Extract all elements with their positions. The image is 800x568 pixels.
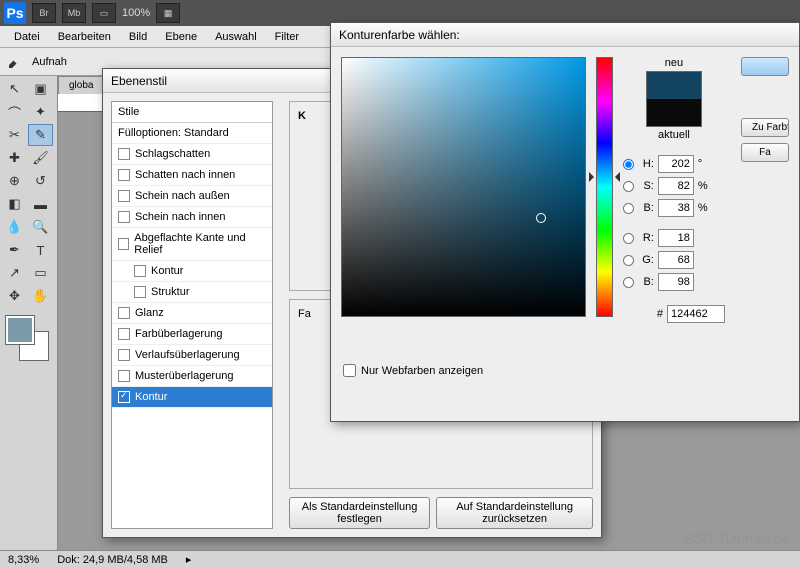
hsb-b-row: B:% <box>623 199 725 217</box>
status-zoom[interactable]: 8,33% <box>8 554 39 566</box>
input-b2[interactable] <box>658 273 694 291</box>
hsb-s-row: S:% <box>623 177 725 195</box>
wand-tool[interactable]: ✦ <box>28 101 53 123</box>
style-schatten-innen[interactable]: Schatten nach innen <box>112 165 272 186</box>
document-tab[interactable]: globa <box>58 76 104 94</box>
menu-bearbeiten[interactable]: Bearbeiten <box>50 28 119 46</box>
set-default-button[interactable]: Als Standardeinstellung festlegen <box>289 497 430 529</box>
crop-tool[interactable]: ✂ <box>2 124 27 146</box>
style-sub-kontur[interactable]: Kontur <box>112 261 272 282</box>
style-bevel[interactable]: Abgeflachte Kante und Relief <box>112 228 272 261</box>
current-color <box>647 99 701 126</box>
input-h[interactable] <box>658 155 694 173</box>
menu-ebene[interactable]: Ebene <box>157 28 205 46</box>
options-label: Aufnah <box>32 56 67 68</box>
label-neu: neu <box>665 57 683 69</box>
new-color <box>647 72 701 99</box>
foreground-color[interactable] <box>6 316 34 344</box>
color-preview <box>646 71 702 127</box>
minibridge-button[interactable]: Mb <box>62 3 86 23</box>
app-logo: Ps <box>4 2 26 24</box>
status-doc: Dok: 24,9 MB/4,58 MB <box>57 554 168 566</box>
input-b[interactable] <box>658 199 694 217</box>
color-field[interactable] <box>341 57 586 317</box>
radio-b[interactable] <box>623 203 634 214</box>
input-g[interactable] <box>658 251 694 269</box>
menu-bild[interactable]: Bild <box>121 28 155 46</box>
screen-mode-button[interactable]: ▭ <box>92 3 116 23</box>
hue-slider[interactable] <box>596 57 613 317</box>
style-glanz[interactable]: Glanz <box>112 303 272 324</box>
color-picker-dialog: Konturenfarbe wählen: neu aktuell H:° S:… <box>330 22 800 422</box>
brush-tool[interactable]: 🖌 <box>28 147 53 169</box>
radio-g[interactable] <box>623 255 634 266</box>
radio-r[interactable] <box>623 233 634 244</box>
toolbox: ↖ ▣ ⌒ ✦ ✂ ✎ ✚ 🖌 ⊕ ↺ ◧ ▬ 💧 🔍 ✒ T ↗ ▭ ✥ ✋ <box>0 76 58 550</box>
radio-b2[interactable] <box>623 277 634 288</box>
hex-row: # <box>623 305 725 323</box>
menu-auswahl[interactable]: Auswahl <box>207 28 265 46</box>
status-arrow-icon[interactable]: ▸ <box>186 553 192 566</box>
stamp-tool[interactable]: ⊕ <box>2 170 27 192</box>
menu-datei[interactable]: Datei <box>6 28 48 46</box>
zoom-level[interactable]: 100% <box>122 7 150 19</box>
menu-filter[interactable]: Filter <box>267 28 307 46</box>
heal-tool[interactable]: ✚ <box>2 147 27 169</box>
hsb-h-row: H:° <box>623 155 725 173</box>
add-swatch-button[interactable]: Fa <box>741 143 789 162</box>
style-schlagschatten[interactable]: Schlagschatten <box>112 144 272 165</box>
label-aktuell: aktuell <box>658 129 690 141</box>
blur-tool[interactable]: 💧 <box>2 216 27 238</box>
move-tool[interactable]: ↖ <box>2 78 27 100</box>
input-hex[interactable] <box>667 305 725 323</box>
web-colors-row: Nur Webfarben anzeigen <box>343 364 483 377</box>
history-tool[interactable]: ↺ <box>28 170 53 192</box>
style-schein-innen[interactable]: Schein nach innen <box>112 207 272 228</box>
hand-tool[interactable]: ✋ <box>28 285 53 307</box>
pen-tool[interactable]: ✒ <box>2 239 27 261</box>
type-tool[interactable]: T <box>28 239 53 261</box>
input-s[interactable] <box>658 177 694 195</box>
reset-default-button[interactable]: Auf Standardeinstellung zurücksetzen <box>436 497 593 529</box>
color-picker-title[interactable]: Konturenfarbe wählen: <box>331 23 799 47</box>
style-musterueberlagerung[interactable]: Musterüberlagerung <box>112 366 272 387</box>
statusbar: 8,33% Dok: 24,9 MB/4,58 MB ▸ <box>0 550 800 568</box>
style-verlaufsueberlagerung[interactable]: Verlaufsüberlagerung <box>112 345 272 366</box>
color-cursor[interactable] <box>536 213 546 223</box>
style-list: Stile Fülloptionen: Standard Schlagschat… <box>111 101 273 529</box>
eraser-tool[interactable]: ◧ <box>2 193 27 215</box>
style-schein-aussen[interactable]: Schein nach außen <box>112 186 272 207</box>
radio-h[interactable] <box>623 159 634 170</box>
eyedropper-icon <box>6 53 24 71</box>
gradient-tool[interactable]: ▬ <box>28 193 53 215</box>
watermark: PSD-Tutorials.de <box>684 530 790 546</box>
rgb-g-row: G: <box>623 251 725 269</box>
arrange-button[interactable]: ▦ <box>156 3 180 23</box>
marquee-tool[interactable]: ▣ <box>28 78 53 100</box>
web-colors-checkbox[interactable] <box>343 364 356 377</box>
style-kontur[interactable]: Kontur <box>112 387 272 408</box>
3d-tool[interactable]: ✥ <box>2 285 27 307</box>
radio-s[interactable] <box>623 181 634 192</box>
bridge-button[interactable]: Br <box>32 3 56 23</box>
eyedropper-tool[interactable]: ✎ <box>28 124 53 146</box>
shape-tool[interactable]: ▭ <box>28 262 53 284</box>
web-colors-label: Nur Webfarben anzeigen <box>361 365 483 377</box>
rgb-r-row: R: <box>623 229 725 247</box>
color-libraries-button[interactable]: Zu Farbf <box>741 118 789 137</box>
style-list-header: Stile <box>112 102 272 123</box>
lasso-tool[interactable]: ⌒ <box>2 101 27 123</box>
dodge-tool[interactable]: 🔍 <box>28 216 53 238</box>
style-sub-struktur[interactable]: Struktur <box>112 282 272 303</box>
ok-button[interactable] <box>741 57 789 76</box>
style-farbueberlagerung[interactable]: Farbüberlagerung <box>112 324 272 345</box>
path-tool[interactable]: ↗ <box>2 262 27 284</box>
input-r[interactable] <box>658 229 694 247</box>
fill-options[interactable]: Fülloptionen: Standard <box>112 123 272 144</box>
color-swatches[interactable] <box>2 316 52 360</box>
rgb-b-row: B: <box>623 273 725 291</box>
